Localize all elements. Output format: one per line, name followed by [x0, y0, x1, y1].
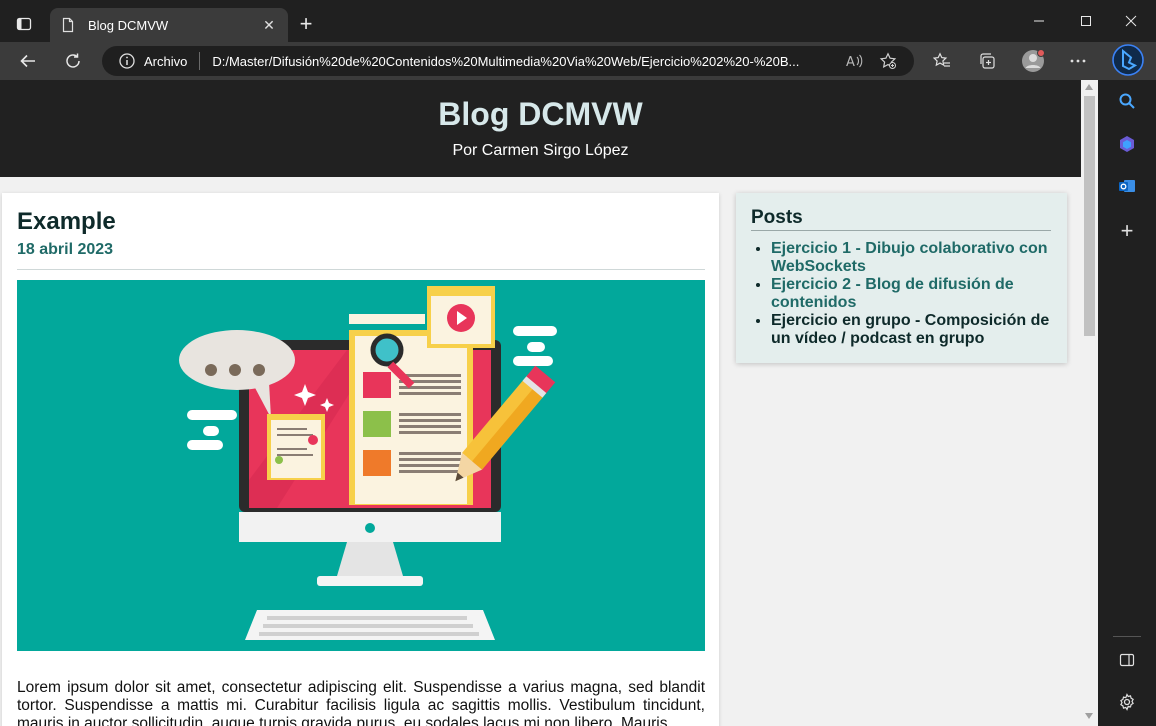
profile-avatar[interactable]	[1017, 45, 1049, 77]
add-sidebar-app-icon[interactable]: +	[1111, 215, 1143, 247]
more-options-icon[interactable]	[1062, 45, 1094, 77]
site-info-label[interactable]: Archivo	[144, 54, 187, 69]
list-item: Ejercicio 1 - Dibujo colaborativo con We…	[771, 240, 1056, 276]
maximize-icon[interactable]	[1063, 0, 1109, 42]
tab-title: Blog DCMVW	[88, 17, 169, 33]
posts-divider	[751, 230, 1051, 231]
outlook-icon[interactable]	[1111, 170, 1143, 202]
list-item: Ejercicio en grupo - Composición de un v…	[771, 312, 1056, 348]
close-window-icon[interactable]	[1108, 0, 1154, 42]
info-icon[interactable]	[118, 52, 136, 70]
favorites-icon[interactable]	[926, 45, 958, 77]
back-icon[interactable]	[12, 45, 44, 77]
post-illustration-image	[17, 280, 705, 651]
post-card: Example 18 abril 2023 Lorem ipsum dolor …	[2, 193, 719, 726]
posts-list: Ejercicio 1 - Dibujo colaborativo con We…	[771, 240, 1056, 348]
list-item: Ejercicio 2 - Blog de difusión de conten…	[771, 276, 1056, 312]
post-link-ejercicio-2[interactable]: Ejercicio 2 - Blog de difusión de conten…	[771, 276, 1014, 311]
url-text[interactable]: D:/Master/Difusión%20de%20Contenidos%20M…	[212, 54, 842, 69]
post-divider	[17, 269, 705, 270]
page-icon	[60, 17, 76, 33]
add-favorite-icon[interactable]	[876, 49, 900, 73]
bing-copilot-icon[interactable]	[1112, 44, 1144, 76]
hide-sidebar-icon[interactable]	[1111, 644, 1143, 676]
post-link-ejercicio-1[interactable]: Ejercicio 1 - Dibujo colaborativo con We…	[771, 240, 1048, 275]
search-icon[interactable]	[1111, 85, 1143, 117]
post-title: Example	[17, 208, 116, 235]
tab-actions-icon[interactable]	[8, 8, 40, 40]
post-current-ejercicio-grupo: Ejercicio en grupo - Composición de un v…	[771, 312, 1050, 347]
site-subtitle: Por Carmen Sirgo López	[452, 142, 629, 159]
refresh-icon[interactable]	[57, 45, 89, 77]
collections-icon[interactable]	[971, 45, 1003, 77]
page-scrollbar[interactable]	[1081, 80, 1098, 726]
site-title: Blog DCMVW	[438, 96, 643, 132]
post-body-text: Lorem ipsum dolor sit amet, consectetur …	[17, 679, 705, 726]
tab-blog[interactable]: Blog DCMVW ✕	[50, 8, 288, 42]
post-date: 18 abril 2023	[17, 241, 114, 258]
address-bar[interactable]: Archivo D:/Master/Difusión%20de%20Conten…	[102, 46, 914, 76]
read-aloud-icon[interactable]: A	[842, 49, 866, 73]
site-header: Blog DCMVW Por Carmen Sirgo López	[0, 80, 1081, 177]
svg-text:A: A	[846, 55, 855, 69]
new-tab-button[interactable]: +	[292, 10, 320, 38]
minimize-icon[interactable]	[1016, 0, 1062, 42]
posts-sidebar: Posts Ejercicio 1 - Dibujo colaborativo …	[736, 193, 1067, 363]
close-tab-icon[interactable]: ✕	[260, 16, 278, 34]
scrollbar-thumb[interactable]	[1084, 96, 1095, 336]
scroll-up-icon[interactable]	[1085, 84, 1093, 90]
edge-sidebar: +	[1098, 80, 1156, 726]
page-viewport: Blog DCMVW Por Carmen Sirgo López Exampl…	[0, 80, 1081, 726]
settings-gear-icon[interactable]	[1111, 686, 1143, 718]
tab-bar: Blog DCMVW ✕ +	[0, 0, 1156, 42]
copilot-icon[interactable]	[1111, 128, 1143, 160]
scroll-down-icon[interactable]	[1085, 713, 1093, 719]
browser-window: Blog DCMVW ✕ + Archivo D:/Master/Difusió…	[0, 0, 1156, 726]
sidebar-divider	[1113, 636, 1141, 637]
address-separator	[199, 52, 201, 70]
posts-heading: Posts	[751, 207, 803, 228]
toolbar: Archivo D:/Master/Difusión%20de%20Conten…	[0, 42, 1156, 80]
